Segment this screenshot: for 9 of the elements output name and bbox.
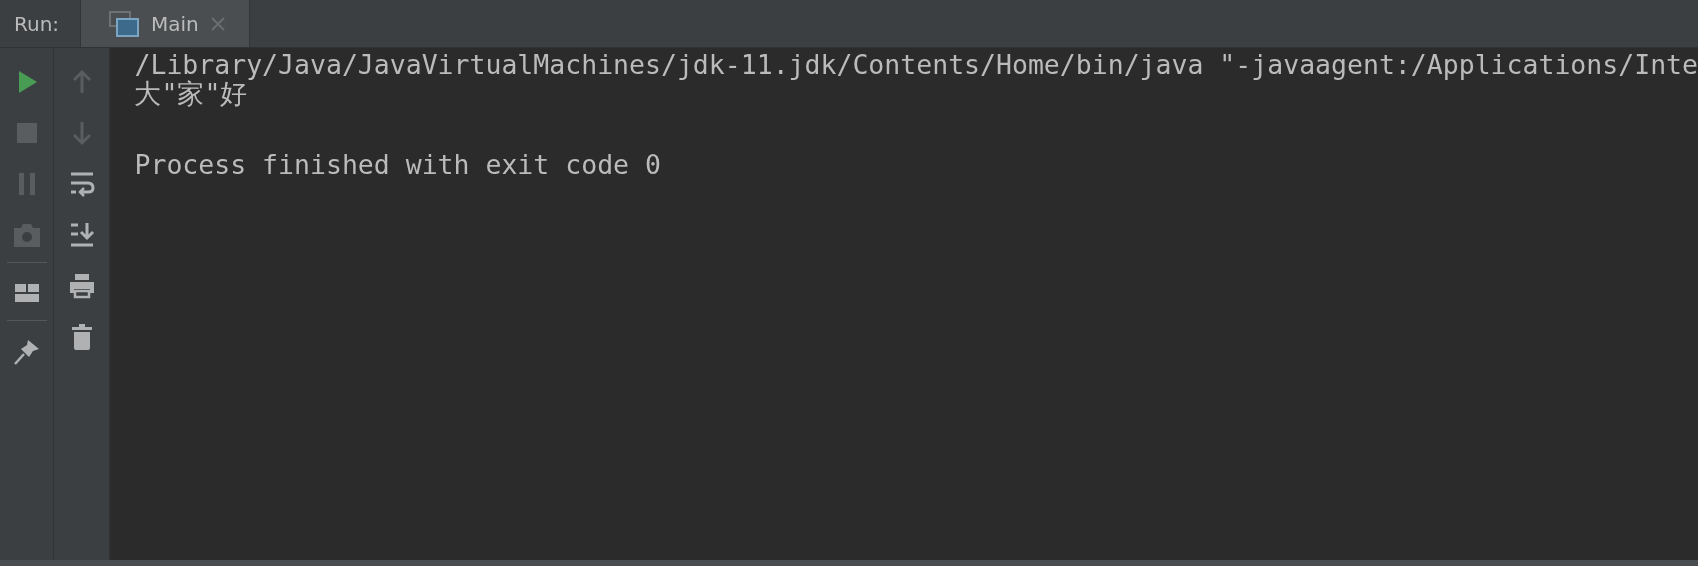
horizontal-scrollbar[interactable] — [0, 560, 1698, 566]
printer-icon — [67, 272, 96, 300]
tab[interactable]: Main — [81, 0, 250, 47]
window-icon — [109, 10, 139, 37]
camera-icon — [12, 221, 41, 249]
console-line: 大"家"好 — [134, 79, 248, 108]
console-line: Process finished with exit code 0 — [134, 150, 662, 179]
pin-icon — [12, 337, 41, 365]
console-line: /Library/Java/JavaVirtualMachines/jdk-11.jdk/Contents/Home/bin/java "-javaagent:/Applications/Inte — [134, 50, 1698, 79]
